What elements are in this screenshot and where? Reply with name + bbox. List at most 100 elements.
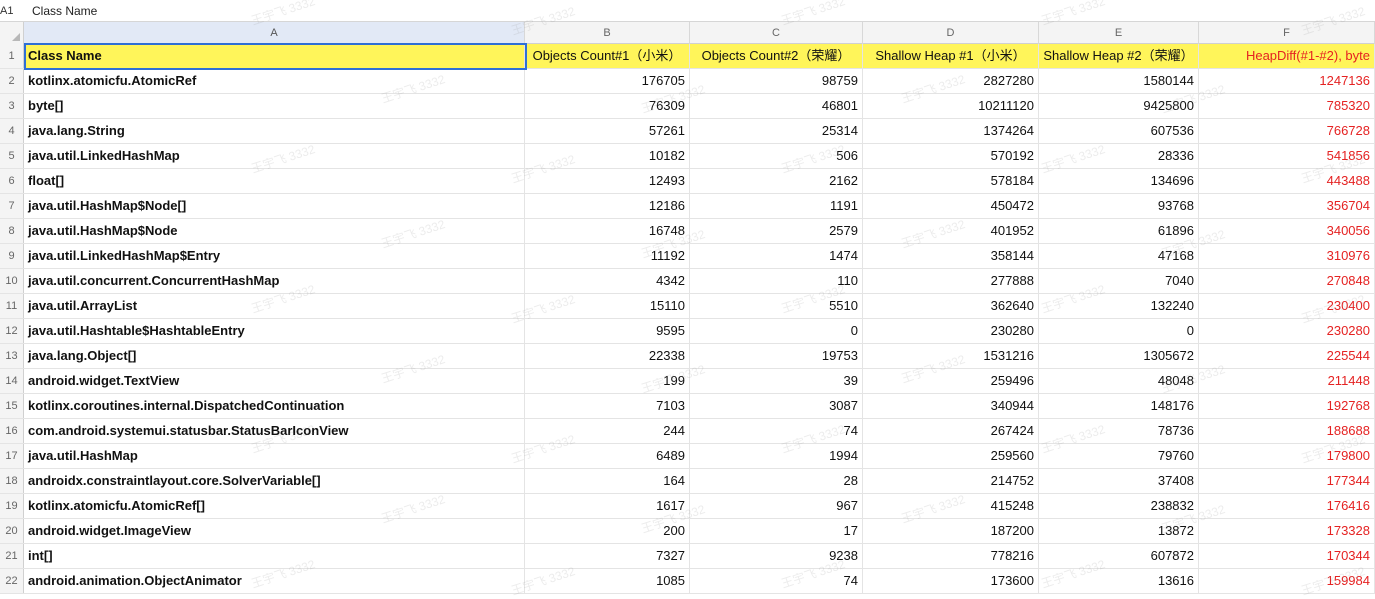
value-cell[interactable]: 12186 <box>525 194 690 218</box>
class-name-cell[interactable]: byte[] <box>24 94 525 118</box>
class-name-cell[interactable]: java.util.LinkedHashMap <box>24 144 525 168</box>
value-cell[interactable]: 259560 <box>863 444 1039 468</box>
class-name-cell[interactable]: android.widget.TextView <box>24 369 525 393</box>
value-cell[interactable]: 230400 <box>1199 294 1375 318</box>
value-cell[interactable]: 78736 <box>1039 419 1199 443</box>
value-cell[interactable]: 415248 <box>863 494 1039 518</box>
value-cell[interactable]: 9425800 <box>1039 94 1199 118</box>
row-number[interactable]: 3 <box>0 94 24 118</box>
column-header-c[interactable]: C <box>690 22 863 44</box>
value-cell[interactable]: 362640 <box>863 294 1039 318</box>
value-cell[interactable]: 79760 <box>1039 444 1199 468</box>
value-cell[interactable]: 310976 <box>1199 244 1375 268</box>
value-cell[interactable]: 57261 <box>525 119 690 143</box>
value-cell[interactable]: 578184 <box>863 169 1039 193</box>
column-header-d[interactable]: D <box>863 22 1039 44</box>
value-cell[interactable]: 1374264 <box>863 119 1039 143</box>
value-cell[interactable]: 134696 <box>1039 169 1199 193</box>
value-cell[interactable]: 244 <box>525 419 690 443</box>
value-cell[interactable]: 1191 <box>690 194 863 218</box>
value-cell[interactable]: 5510 <box>690 294 863 318</box>
value-cell[interactable]: 164 <box>525 469 690 493</box>
value-cell[interactable]: 47168 <box>1039 244 1199 268</box>
class-name-cell[interactable]: java.util.HashMap$Node <box>24 219 525 243</box>
value-cell[interactable]: 148176 <box>1039 394 1199 418</box>
value-cell[interactable]: 340056 <box>1199 219 1375 243</box>
column-header-f[interactable]: F <box>1199 22 1375 44</box>
row-number[interactable]: 20 <box>0 519 24 543</box>
value-cell[interactable]: 10182 <box>525 144 690 168</box>
value-cell[interactable]: 25314 <box>690 119 863 143</box>
value-cell[interactable]: 778216 <box>863 544 1039 568</box>
row-number[interactable]: 17 <box>0 444 24 468</box>
value-cell[interactable]: 570192 <box>863 144 1039 168</box>
value-cell[interactable]: 6489 <box>525 444 690 468</box>
value-cell[interactable]: 1085 <box>525 569 690 593</box>
value-cell[interactable]: 200 <box>525 519 690 543</box>
value-cell[interactable]: 238832 <box>1039 494 1199 518</box>
header-cell[interactable]: Objects Count#1（小米） <box>525 44 690 68</box>
value-cell[interactable]: 12493 <box>525 169 690 193</box>
formula-content[interactable]: Class Name <box>22 4 97 18</box>
class-name-cell[interactable]: java.lang.String <box>24 119 525 143</box>
value-cell[interactable]: 1474 <box>690 244 863 268</box>
column-header-a[interactable]: A <box>24 22 525 44</box>
class-name-cell[interactable]: android.animation.ObjectAnimator <box>24 569 525 593</box>
value-cell[interactable]: 7327 <box>525 544 690 568</box>
value-cell[interactable]: 1247136 <box>1199 69 1375 93</box>
value-cell[interactable]: 401952 <box>863 219 1039 243</box>
value-cell[interactable]: 132240 <box>1039 294 1199 318</box>
value-cell[interactable]: 340944 <box>863 394 1039 418</box>
value-cell[interactable]: 177344 <box>1199 469 1375 493</box>
row-number[interactable]: 12 <box>0 319 24 343</box>
value-cell[interactable]: 173600 <box>863 569 1039 593</box>
value-cell[interactable]: 15110 <box>525 294 690 318</box>
class-name-cell[interactable]: kotlinx.atomicfu.AtomicRef <box>24 69 525 93</box>
value-cell[interactable]: 1617 <box>525 494 690 518</box>
value-cell[interactable]: 0 <box>690 319 863 343</box>
value-cell[interactable]: 98759 <box>690 69 863 93</box>
row-number[interactable]: 18 <box>0 469 24 493</box>
row-number[interactable]: 8 <box>0 219 24 243</box>
value-cell[interactable]: 7040 <box>1039 269 1199 293</box>
value-cell[interactable]: 74 <box>690 569 863 593</box>
class-name-cell[interactable]: android.widget.ImageView <box>24 519 525 543</box>
value-cell[interactable]: 0 <box>1039 319 1199 343</box>
value-cell[interactable]: 37408 <box>1039 469 1199 493</box>
value-cell[interactable]: 48048 <box>1039 369 1199 393</box>
value-cell[interactable]: 13872 <box>1039 519 1199 543</box>
value-cell[interactable]: 277888 <box>863 269 1039 293</box>
row-number[interactable]: 19 <box>0 494 24 518</box>
value-cell[interactable]: 270848 <box>1199 269 1375 293</box>
class-name-cell[interactable]: androidx.constraintlayout.core.SolverVar… <box>24 469 525 493</box>
value-cell[interactable]: 93768 <box>1039 194 1199 218</box>
value-cell[interactable]: 176416 <box>1199 494 1375 518</box>
cell-reference[interactable]: A1 <box>0 5 22 17</box>
value-cell[interactable]: 4342 <box>525 269 690 293</box>
value-cell[interactable]: 173328 <box>1199 519 1375 543</box>
row-number[interactable]: 2 <box>0 69 24 93</box>
row-number[interactable]: 10 <box>0 269 24 293</box>
value-cell[interactable]: 450472 <box>863 194 1039 218</box>
value-cell[interactable]: 110 <box>690 269 863 293</box>
value-cell[interactable]: 74 <box>690 419 863 443</box>
value-cell[interactable]: 1305672 <box>1039 344 1199 368</box>
value-cell[interactable]: 211448 <box>1199 369 1375 393</box>
value-cell[interactable]: 443488 <box>1199 169 1375 193</box>
value-cell[interactable]: 2579 <box>690 219 863 243</box>
row-number[interactable]: 6 <box>0 169 24 193</box>
value-cell[interactable]: 1531216 <box>863 344 1039 368</box>
row-number[interactable]: 1 <box>0 44 24 68</box>
value-cell[interactable]: 39 <box>690 369 863 393</box>
row-number[interactable]: 9 <box>0 244 24 268</box>
value-cell[interactable]: 11192 <box>525 244 690 268</box>
value-cell[interactable]: 192768 <box>1199 394 1375 418</box>
class-name-cell[interactable]: java.util.Hashtable$HashtableEntry <box>24 319 525 343</box>
class-name-cell[interactable]: java.lang.Object[] <box>24 344 525 368</box>
class-name-cell[interactable]: int[] <box>24 544 525 568</box>
value-cell[interactable]: 230280 <box>863 319 1039 343</box>
value-cell[interactable]: 607872 <box>1039 544 1199 568</box>
value-cell[interactable]: 170344 <box>1199 544 1375 568</box>
value-cell[interactable]: 506 <box>690 144 863 168</box>
value-cell[interactable]: 22338 <box>525 344 690 368</box>
